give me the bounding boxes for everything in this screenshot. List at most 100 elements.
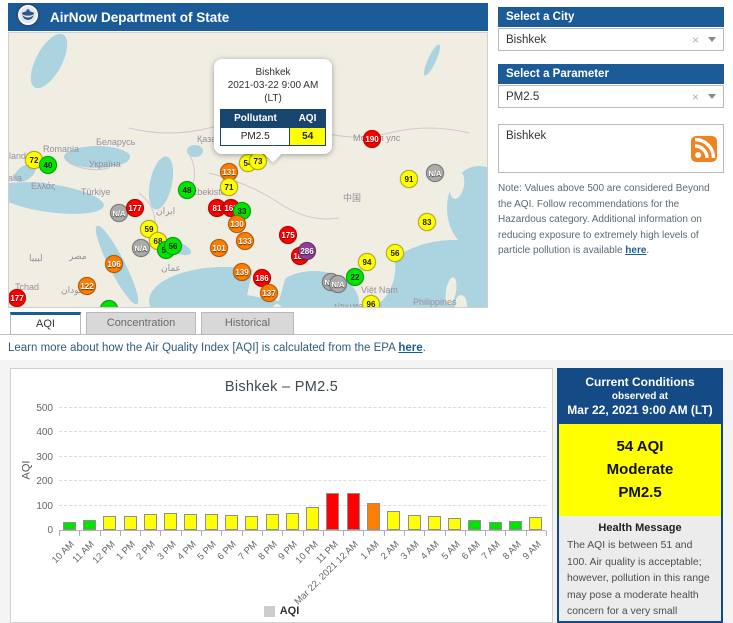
map-place-label: Ελλάς (31, 181, 55, 191)
x-tick-mark (242, 531, 243, 536)
learn-more-body: Learn more about how the Air Quality Ind… (8, 342, 398, 354)
parameter-clear-icon[interactable]: × (692, 90, 699, 104)
aqi-marker[interactable]: 106 (105, 255, 123, 273)
aqi-bar[interactable] (164, 513, 177, 530)
x-tick-mark (546, 531, 547, 536)
aqi-marker[interactable]: 83 (418, 213, 436, 231)
y-tick-label: 400 (11, 427, 53, 438)
cc-aqi-value: 54 AQI (559, 435, 721, 458)
learn-more-suffix: . (423, 342, 426, 354)
y-tick-label: 0 (11, 525, 53, 536)
aqi-marker[interactable]: N/A (426, 164, 444, 182)
popup-datetime: 2021-03-22 9:00 AM (220, 79, 326, 92)
parameter-chevron-down-icon[interactable] (708, 94, 716, 99)
note-text: Note: Values above 500 are considered Be… (498, 183, 710, 256)
aqi-bar[interactable] (408, 515, 421, 530)
aqi-bar[interactable] (205, 514, 218, 530)
tab-historical[interactable]: Historical (201, 312, 294, 335)
tab-aqi[interactable]: AQI (10, 312, 81, 335)
state-department-seal-icon (16, 3, 40, 32)
aqi-bar[interactable] (63, 522, 76, 530)
learn-more-text: Learn more about how the Air Quality Ind… (8, 342, 426, 354)
aqi-marker[interactable]: 177 (8, 289, 26, 307)
aqi-marker[interactable]: 139 (233, 263, 251, 281)
map-place-label: 中国 (343, 191, 361, 204)
aqi-bar[interactable] (326, 493, 339, 530)
aqi-marker[interactable]: 71 (220, 178, 238, 196)
aqi-marker[interactable]: 122 (78, 277, 96, 295)
x-tick-mark (343, 531, 344, 536)
aqi-bar[interactable] (144, 514, 157, 530)
aqi-bar[interactable] (428, 516, 441, 530)
aqi-bar[interactable] (184, 514, 197, 530)
app-header: AirNow Department of State (8, 3, 488, 31)
aqi-bar[interactable] (103, 516, 116, 530)
x-tick-mark (181, 531, 182, 536)
map-place-label: Türkiye (81, 187, 111, 197)
aqi-marker[interactable]: 286 (298, 242, 316, 260)
page: AirNow Department of State (0, 0, 733, 623)
aqi-marker[interactable]: 190 (363, 130, 381, 148)
aqi-bar[interactable] (468, 520, 481, 530)
aqi-marker[interactable]: 56 (386, 244, 404, 262)
parameter-select-value: PM2.5 (506, 91, 692, 103)
aqi-bar[interactable] (387, 511, 400, 530)
cc-health-message: Health Message The AQI is between 51 and… (559, 516, 721, 623)
aqi-bar[interactable] (245, 516, 258, 530)
aqi-bar[interactable] (509, 521, 522, 530)
aqi-marker[interactable]: 177 (126, 199, 144, 217)
cc-subtitle: observed at (563, 390, 717, 403)
chart-legend[interactable]: AQI (11, 605, 552, 617)
city-select-value: Bishkek (506, 34, 692, 46)
aqi-bar[interactable] (306, 507, 319, 530)
rss-icon[interactable] (691, 136, 717, 167)
gridline (59, 456, 546, 457)
city-select[interactable]: Bishkek × (498, 28, 724, 51)
x-tick-mark (120, 531, 121, 536)
map-place-label: ليبيا (29, 253, 43, 264)
map-place-label: Việt Nam (361, 285, 398, 295)
popup-pollutant-value: PM2.5 (221, 128, 290, 146)
aqi-bar[interactable] (347, 493, 360, 530)
x-tick-mark (404, 531, 405, 536)
aqi-bar[interactable] (286, 513, 299, 530)
aqi-marker[interactable]: 91 (400, 170, 418, 188)
aqi-bar[interactable] (489, 522, 502, 530)
aqi-bar[interactable] (83, 520, 96, 530)
aqi-marker[interactable]: 101 (210, 239, 228, 257)
aqi-marker[interactable]: 48 (178, 181, 196, 199)
cc-category: Moderate (559, 458, 721, 481)
city-chevron-down-icon[interactable] (708, 37, 716, 42)
x-tick-mark (363, 531, 364, 536)
aqi-marker[interactable]: 94 (358, 253, 376, 271)
popup-city: Bishkek (220, 66, 326, 79)
aqi-bar[interactable] (448, 518, 461, 530)
aqi-marker[interactable]: 22 (346, 268, 364, 286)
aqi-bar[interactable] (367, 503, 380, 530)
aqi-marker[interactable]: 137 (260, 284, 278, 302)
aqi-map[interactable]: БеларусьУкраїнаRomanialandItaliaΕλλάςTür… (8, 32, 488, 308)
aqi-marker[interactable]: 56 (164, 237, 182, 255)
aqi-marker[interactable]: 133 (236, 232, 254, 250)
map-popup: Bishkek 2021-03-22 9:00 AM (LT) Pollutan… (214, 59, 332, 154)
aqi-marker[interactable]: 96 (362, 295, 380, 308)
popup-timezone: (LT) (220, 92, 326, 105)
aqi-marker[interactable]: N/A (329, 275, 347, 293)
y-tick-label: 200 (11, 476, 53, 487)
tab-concentration[interactable]: Concentration (86, 312, 196, 335)
aqi-bar[interactable] (124, 516, 137, 530)
aqi-marker[interactable]: 40 (39, 156, 57, 174)
x-tick-mark (445, 531, 446, 536)
x-tick-mark (465, 531, 466, 536)
aqi-bar[interactable] (266, 514, 279, 530)
aqi-bar[interactable] (529, 517, 542, 530)
aqi-bar[interactable] (225, 515, 238, 530)
parameter-select[interactable]: PM2.5 × (498, 85, 724, 108)
learn-more-here-link[interactable]: here (398, 342, 422, 354)
aqi-marker[interactable]: N/A (132, 239, 150, 257)
aqi-marker[interactable]: 130 (228, 215, 246, 233)
note-here-link[interactable]: here (625, 245, 646, 256)
chart-plot-area (59, 409, 546, 531)
city-clear-icon[interactable]: × (692, 33, 699, 47)
aqi-marker[interactable]: 175 (279, 226, 297, 244)
